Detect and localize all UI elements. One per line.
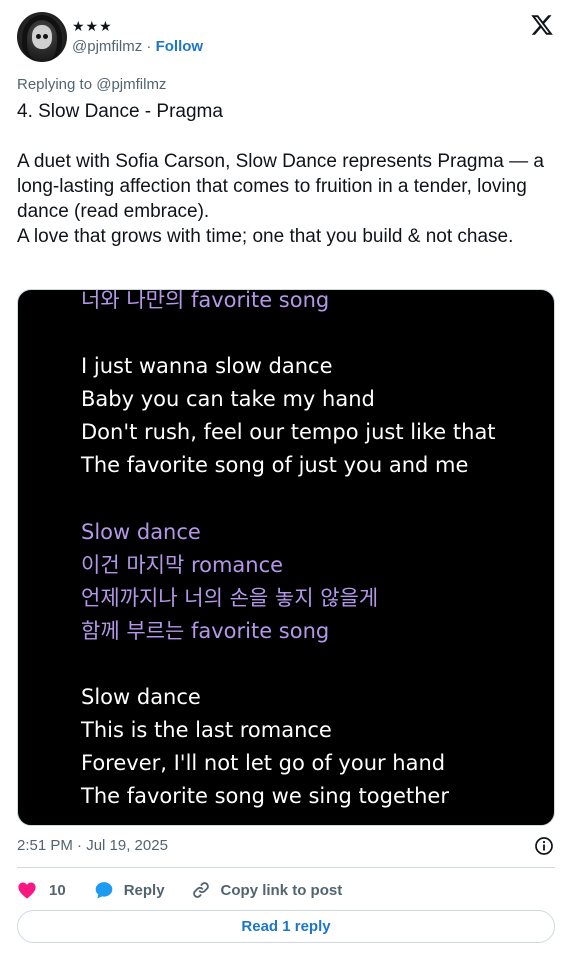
lyric-line: The favorite song we sing together xyxy=(81,784,449,808)
avatar[interactable] xyxy=(17,12,67,62)
divider xyxy=(17,867,555,868)
lyric-line: 이건 마지막 romance xyxy=(81,553,284,577)
lyric-line: I just wanna slow dance xyxy=(81,354,333,378)
lyric-line: 너와 나만의 favorite song xyxy=(81,289,330,312)
tweet-header: ★★★ @pjmfilmz · Follow xyxy=(17,12,203,62)
author-handle-line: @pjmfilmz · Follow xyxy=(72,37,203,57)
x-logo-icon[interactable] xyxy=(530,13,554,37)
follow-button[interactable]: Follow xyxy=(156,38,204,55)
lyric-line: This is the last romance xyxy=(81,718,332,742)
lyric-line: Baby you can take my hand xyxy=(81,387,375,411)
copy-link-button[interactable]: Copy link to post xyxy=(191,880,343,900)
tweet-text: 4. Slow Dance - Pragma A duet with Sofia… xyxy=(17,101,544,247)
lyric-line: 언제까지나 너의 손을 놓지 않을게 xyxy=(81,586,379,610)
lyric-line: The favorite song of just you and me xyxy=(81,453,469,477)
like-button[interactable]: 10 xyxy=(17,881,66,899)
tweet-media-image[interactable]: 너와 나만의 favorite song I just wanna slow d… xyxy=(17,289,555,826)
reply-button[interactable]: Reply xyxy=(94,880,165,900)
link-icon xyxy=(192,882,209,898)
action-bar: 10 Reply Copy link to post xyxy=(17,879,342,901)
info-icon[interactable] xyxy=(534,836,554,856)
heart-icon xyxy=(18,882,36,899)
replying-to[interactable]: Replying to @pjmfilmz xyxy=(17,76,166,93)
lyric-line: Forever, I'll not let go of your hand xyxy=(81,751,446,775)
lyric-line: Slow dance xyxy=(81,520,201,544)
author-handle[interactable]: @pjmfilmz xyxy=(72,38,142,55)
handle-separator: · xyxy=(142,38,156,55)
lyric-line: 함께 부르는 favorite song xyxy=(81,619,330,643)
like-count: 10 xyxy=(49,881,66,899)
tweet-timestamp[interactable]: 2:51 PM · Jul 19, 2025 xyxy=(17,837,168,854)
author-display-name[interactable]: ★★★ xyxy=(72,17,203,35)
lyric-line: Don't rush, feel our tempo just like tha… xyxy=(81,420,496,444)
read-replies-button[interactable]: Read 1 reply xyxy=(17,910,555,943)
author-names: ★★★ @pjmfilmz · Follow xyxy=(72,17,203,57)
copy-link-label: Copy link to post xyxy=(220,881,343,899)
reply-bubble-icon xyxy=(95,882,113,899)
reply-label: Reply xyxy=(123,881,165,899)
lyric-line: Slow dance xyxy=(81,685,201,709)
tweet-card: ★★★ @pjmfilmz · Follow Replying to @pjmf… xyxy=(0,0,572,960)
